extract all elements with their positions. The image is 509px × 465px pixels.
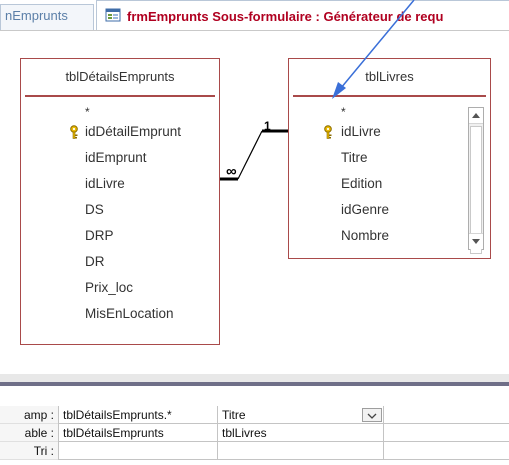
field-label: * [85, 105, 90, 119]
grid-row-sort: Tri : [0, 442, 509, 460]
arrow-down-icon [472, 239, 480, 244]
field-list: * idLivre Titre Edition idGenre Nombre [289, 101, 490, 249]
relationship-one-label: 1 [264, 119, 271, 133]
field-item-all[interactable]: * [289, 101, 490, 119]
field-label: DRP [85, 228, 114, 243]
field-item-all[interactable]: * [21, 101, 219, 119]
grid-cell-selected[interactable]: Titre [218, 406, 384, 424]
chevron-down-icon [367, 413, 377, 419]
relationship-line[interactable] [220, 121, 290, 191]
field-item-idlivre[interactable]: idLivre [289, 119, 490, 145]
field-item-misenlocation[interactable]: MisEnLocation [21, 301, 219, 327]
query-design-surface[interactable]: tblDétailsEmprunts * idDétailEmprunt idE… [0, 0, 509, 374]
field-item-titre[interactable]: Titre [289, 145, 490, 171]
grid-cell[interactable]: tblDétailsEmprunts [58, 424, 218, 442]
field-label: idLivre [341, 124, 381, 139]
tab-strip: nEmprunts frmEmprunts Sous-formulaire : … [0, 0, 509, 30]
scroll-down-button[interactable] [469, 233, 483, 249]
field-label: Edition [341, 176, 383, 191]
arrow-up-icon [472, 113, 480, 118]
pane-splitter[interactable] [0, 374, 509, 382]
primary-key-icon [324, 125, 332, 139]
field-label: Titre [341, 150, 368, 165]
field-label: idDétailEmprunt [85, 124, 182, 139]
field-item-edition[interactable]: Edition [289, 171, 490, 197]
field-label: DR [85, 254, 105, 269]
field-item-nombre[interactable]: Nombre [289, 223, 490, 249]
field-label: MisEnLocation [85, 306, 174, 321]
grid-cell[interactable]: tblLivres [218, 424, 384, 442]
scroll-up-button[interactable] [469, 108, 483, 124]
field-label: Nombre [341, 228, 390, 243]
cell-value: Titre [222, 408, 246, 422]
grid-cell[interactable] [384, 442, 509, 460]
table-title: tblDétailsEmprunts [65, 69, 175, 84]
field-item-ds[interactable]: DS [21, 197, 219, 223]
field-item-idlivre[interactable]: idLivre [21, 171, 219, 197]
annotation-arrow [332, 0, 415, 99]
row-header-field: amp : [0, 406, 58, 424]
grid-cell[interactable] [384, 406, 509, 424]
grid-cell[interactable] [218, 442, 384, 460]
tab-label: nEmprunts [5, 8, 68, 23]
form-icon [105, 8, 121, 22]
grid-cell[interactable] [58, 442, 218, 460]
table-tbldetailsemprunts[interactable]: tblDétailsEmprunts * idDétailEmprunt idE… [20, 58, 220, 345]
row-header-table: able : [0, 424, 58, 442]
field-item-prix-loc[interactable]: Prix_loc [21, 275, 219, 301]
grid-cell[interactable]: tblDétailsEmprunts.* [58, 406, 218, 424]
grid-column-selectors[interactable] [0, 386, 509, 398]
tab-emprunts[interactable]: nEmprunts [0, 4, 94, 30]
field-label: idEmprunt [85, 150, 147, 165]
field-item-dr[interactable]: DR [21, 249, 219, 275]
field-item-drp[interactable]: DRP [21, 223, 219, 249]
query-design-grid[interactable]: amp : tblDétailsEmprunts.* Titre able : … [0, 386, 509, 465]
grid-row-field: amp : tblDétailsEmprunts.* Titre [0, 406, 509, 424]
field-label: Prix_loc [85, 280, 134, 295]
title-divider [25, 95, 215, 97]
field-item-iddetailemprunt[interactable]: idDétailEmprunt [21, 119, 219, 145]
grid-row-table: able : tblDétailsEmprunts tblLivres [0, 424, 509, 442]
field-list-scrollbar[interactable] [468, 107, 484, 254]
primary-key-icon [70, 125, 78, 139]
field-dropdown-button[interactable] [362, 408, 382, 422]
field-label: idGenre [341, 202, 390, 217]
field-list: * idDétailEmprunt idEmprunt idLivre DS D… [21, 101, 219, 327]
field-label: idLivre [85, 176, 125, 191]
field-item-idemprunt[interactable]: idEmprunt [21, 145, 219, 171]
relationship-many-label: ∞ [226, 163, 237, 180]
row-header-sort: Tri : [0, 442, 58, 460]
tab-query-builder[interactable]: frmEmprunts Sous-formulaire : Générateur… [96, 0, 509, 30]
field-item-idgenre[interactable]: idGenre [289, 197, 490, 223]
grid-cell[interactable] [384, 424, 509, 442]
field-label: * [341, 105, 346, 119]
field-label: DS [85, 202, 104, 217]
